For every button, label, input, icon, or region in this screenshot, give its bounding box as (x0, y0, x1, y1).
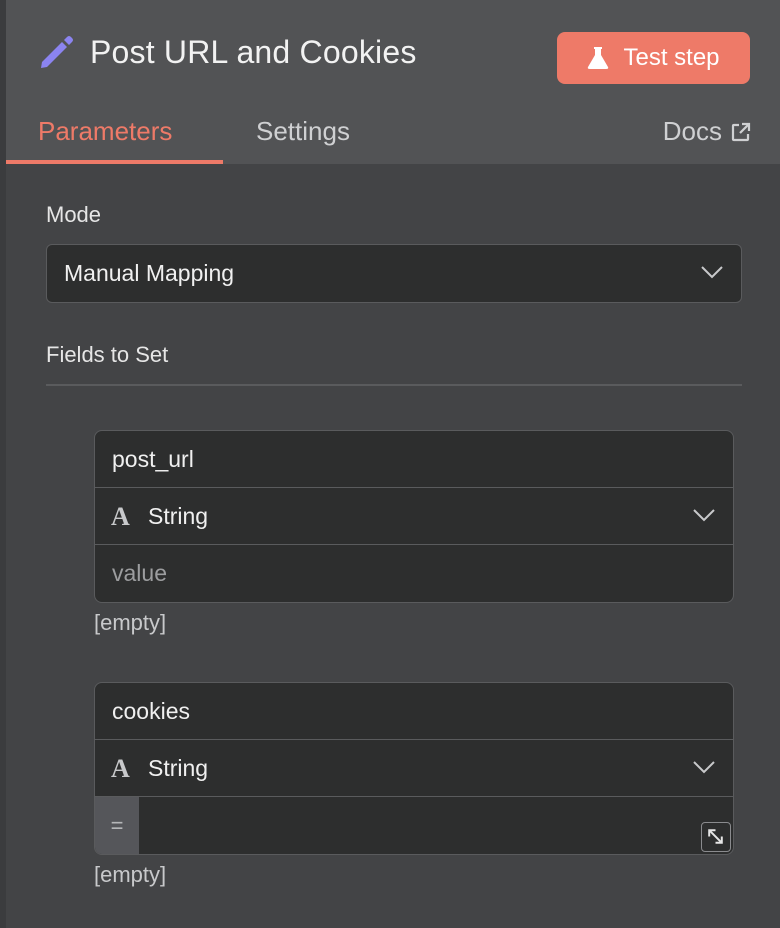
chevron-down-icon (693, 761, 715, 774)
field-type-value: String (148, 503, 209, 529)
field-type-select[interactable]: A String (95, 740, 733, 797)
test-step-button[interactable]: Test step (557, 32, 750, 84)
field-type-value: String (148, 755, 209, 781)
chevron-down-icon (693, 509, 715, 522)
flask-icon (588, 47, 609, 69)
text-type-icon: A (111, 754, 130, 783)
pencil-icon (41, 36, 73, 68)
field-name: post_url (112, 446, 194, 472)
field-value-expression-input[interactable]: = (95, 797, 733, 854)
node-title[interactable]: Post URL and Cookies (90, 34, 417, 71)
field-name: cookies (112, 698, 190, 724)
section-divider (46, 384, 742, 386)
test-step-label: Test step (623, 44, 720, 71)
field-value-hint: [empty] (94, 862, 167, 887)
fields-to-set-label: Fields to Set (46, 342, 169, 367)
active-tab-indicator (6, 160, 223, 164)
field-name-input[interactable]: post_url (95, 431, 733, 488)
field-value-input[interactable]: value (95, 545, 733, 602)
external-link-icon (731, 122, 751, 141)
title-row: Post URL and Cookies (36, 32, 417, 72)
tab-bar: Parameters Settings Docs (6, 104, 780, 164)
tab-settings[interactable]: Settings (256, 116, 350, 147)
mode-select-value: Manual Mapping (64, 260, 235, 286)
mode-select[interactable]: Manual Mapping (46, 244, 742, 303)
chevron-down-icon (701, 266, 723, 279)
field-card-post-url: post_url A String value (94, 430, 734, 603)
docs-label: Docs (662, 116, 722, 146)
field-value-hint: [empty] (94, 610, 167, 635)
mode-label: Mode (46, 202, 102, 227)
expand-editor-button[interactable] (701, 822, 731, 852)
field-name-input[interactable]: cookies (95, 683, 733, 740)
docs-link[interactable]: Docs (663, 116, 752, 147)
tab-parameters[interactable]: Parameters (38, 116, 172, 147)
expression-mode-indicator: = (95, 797, 139, 854)
panel-header: Post URL and Cookies Test step Parameter… (6, 0, 780, 164)
text-type-icon: A (111, 502, 130, 531)
expand-icon (708, 829, 723, 844)
field-value-placeholder: value (112, 560, 167, 586)
field-type-select[interactable]: A String (95, 488, 733, 545)
field-card-cookies: cookies A String = (94, 682, 734, 855)
node-settings-panel: Post URL and Cookies Test step Parameter… (6, 0, 780, 928)
